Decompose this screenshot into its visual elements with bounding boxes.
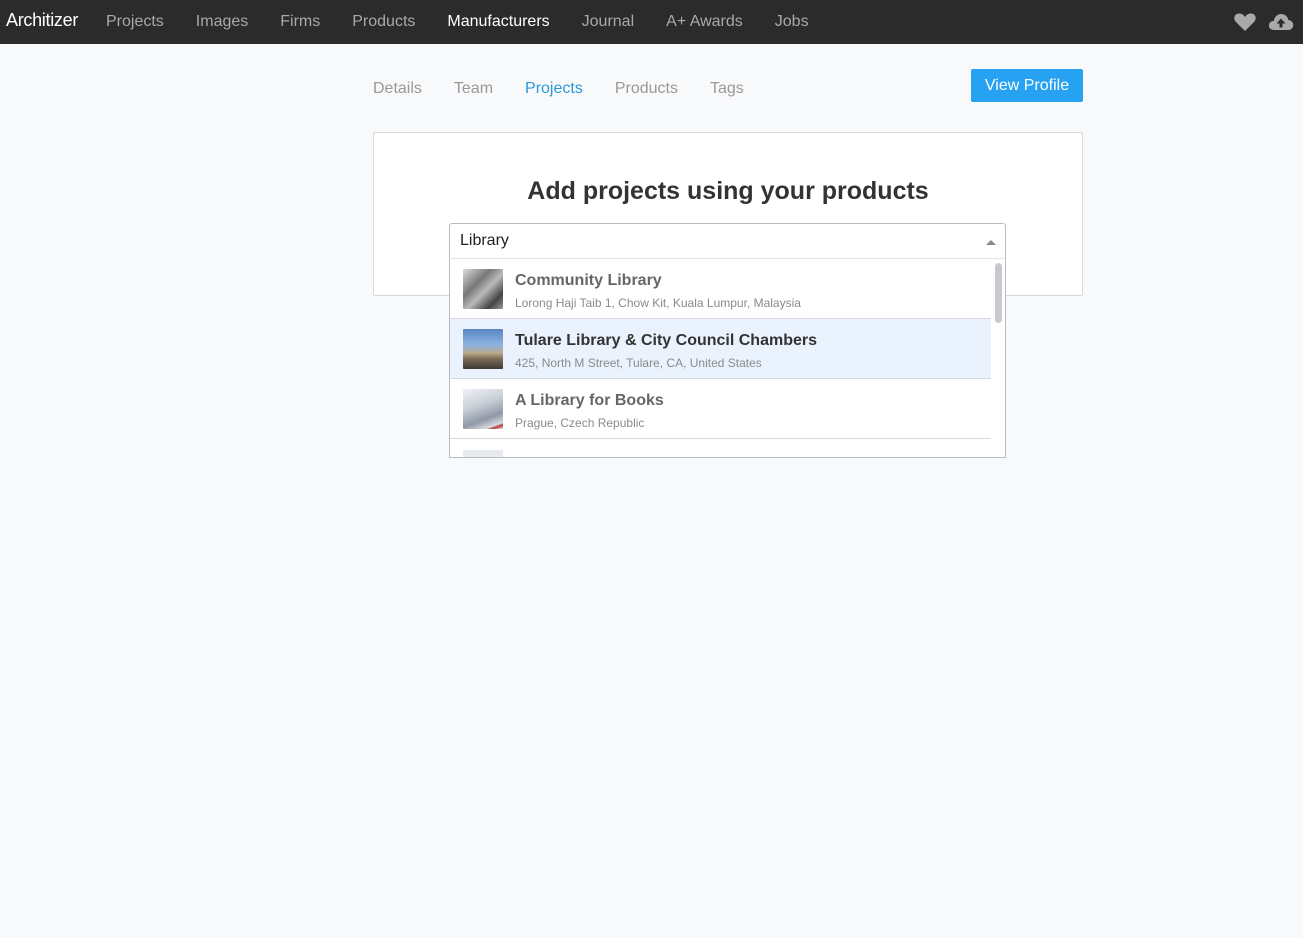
project-search-select[interactable] [449, 223, 1006, 259]
result-option-highlighted[interactable]: Tulare Library & City Council Chambers 4… [450, 319, 991, 379]
caret-up-icon[interactable] [986, 240, 996, 245]
top-navigation: Architizer Projects Images Firms Product… [0, 0, 1303, 44]
result-option[interactable]: A Library for Books Prague, Czech Republ… [450, 379, 991, 439]
project-thumbnail [463, 269, 503, 309]
result-option-partial[interactable] [450, 440, 991, 457]
result-option[interactable]: Community Library Lorong Haji Taib 1, Ch… [450, 259, 991, 319]
architizer-logo[interactable]: Architizer [6, 10, 78, 31]
project-search-input[interactable] [460, 230, 960, 252]
nav-link-firms[interactable]: Firms [280, 0, 320, 44]
cloud-upload-icon[interactable] [1268, 11, 1294, 33]
tab-products[interactable]: Products [615, 77, 678, 101]
card-title: Add projects using your products [527, 177, 929, 205]
profile-subtabs: Details Team Projects Products Tags [373, 77, 776, 101]
heart-icon[interactable] [1233, 11, 1257, 33]
nav-link-projects[interactable]: Projects [106, 0, 164, 44]
tab-tags[interactable]: Tags [710, 77, 744, 101]
result-location: 425, North M Street, Tulare, CA, United … [515, 356, 762, 370]
nav-link-images[interactable]: Images [196, 0, 248, 44]
tab-details[interactable]: Details [373, 77, 422, 101]
nav-link-products[interactable]: Products [352, 0, 415, 44]
tab-projects[interactable]: Projects [525, 77, 583, 101]
view-profile-button[interactable]: View Profile [971, 69, 1083, 102]
project-thumbnail [463, 389, 503, 429]
nav-link-jobs[interactable]: Jobs [775, 0, 809, 44]
nav-links: Projects Images Firms Products Manufactu… [106, 0, 841, 44]
nav-link-journal[interactable]: Journal [582, 0, 634, 44]
tab-team[interactable]: Team [454, 77, 493, 101]
project-thumbnail [463, 329, 503, 369]
nav-link-manufacturers[interactable]: Manufacturers [447, 0, 549, 44]
scrollbar-thumb[interactable] [995, 263, 1002, 323]
project-thumbnail [463, 450, 503, 457]
nav-link-awards[interactable]: A+ Awards [666, 0, 743, 44]
dropdown-scrollbar[interactable] [991, 259, 1005, 457]
result-location: Lorong Haji Taib 1, Chow Kit, Kuala Lump… [515, 296, 801, 310]
result-title: Tulare Library & City Council Chambers [515, 332, 817, 349]
search-results-dropdown: Community Library Lorong Haji Taib 1, Ch… [449, 258, 1006, 458]
result-title: Community Library [515, 272, 662, 289]
result-location: Prague, Czech Republic [515, 416, 645, 430]
result-title: A Library for Books [515, 392, 664, 409]
